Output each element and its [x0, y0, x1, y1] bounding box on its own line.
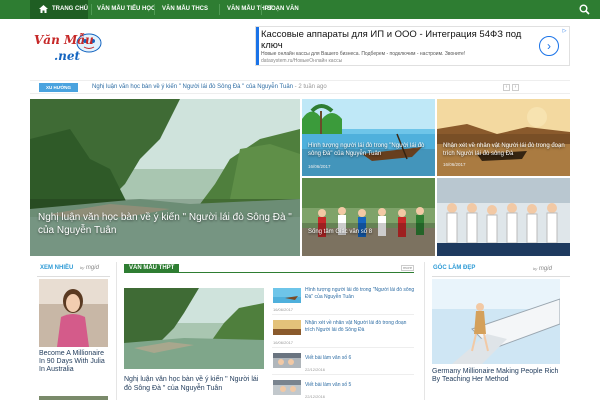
ad-title[interactable]: Кассовые аппараты для ИП и ООО - Интегра… [261, 29, 531, 51]
left-promo-title[interactable]: Become A Millionaire In 90 Days With Jul… [39, 350, 109, 374]
list-item-3-title[interactable]: Viết bài làm văn số 6 [305, 355, 415, 362]
left-promo-image[interactable] [39, 279, 108, 347]
mgid-brand-left: mgid [85, 265, 99, 271]
list-thumb-2[interactable] [273, 320, 301, 335]
nav-item-home[interactable]: Trang chủ [30, 0, 88, 19]
ad-description: Новые онлайн кассы для Вашего бизнеса. П… [261, 51, 466, 57]
ad-url: datasystem.ru/НовыеОнлайн кассы [261, 58, 343, 64]
logo-text-top: Văn Mẫu [34, 32, 94, 47]
mgid-brand-right: mgid [538, 266, 552, 272]
list-item-3-date: 22/12/2016 [305, 367, 326, 372]
hero-tile-2-title[interactable]: Nhận xét về nhân vật Người lái đò trong … [443, 142, 568, 158]
hero-main-title[interactable]: Nghị luận văn học bàn về ý kiến " Người … [38, 211, 293, 237]
logo-text-bottom: .net [54, 49, 81, 63]
hero-tile-3-title[interactable]: Sống tâm Giác văn số 8 [308, 228, 428, 236]
list-thumb-4[interactable] [273, 380, 301, 395]
ticker-next-button[interactable]: › [512, 84, 519, 91]
ticker-prev-button[interactable]: ‹ [503, 84, 510, 91]
right-promo-image[interactable] [432, 279, 560, 364]
mgid-by-right: by [533, 266, 538, 271]
hero-main-article[interactable]: Nghị luận văn học bàn về ý kiến " Người … [30, 99, 300, 256]
list-item-2-date: 16/06/2017 [273, 340, 294, 345]
center-feature-title[interactable]: Nghị luận văn học bàn về ý kiến " Người … [124, 375, 264, 393]
list-item-1-date: 16/06/2017 [273, 307, 294, 312]
hero-tile-4-image [437, 178, 570, 256]
search-icon[interactable] [579, 4, 590, 15]
nav-item-soan-van[interactable]: Soạn văn [267, 0, 299, 19]
hero-tile-1-date: 16/06/2017 [308, 164, 331, 169]
nav-item-thcs[interactable]: Văn mẫu THCS [162, 0, 208, 19]
ticker-headline[interactable]: Nghị luận văn học bàn về ý kiến " Người … [92, 84, 293, 90]
home-icon [39, 5, 48, 13]
trending-ticker: Xu hướng Nghị luận văn học bàn về ý kiến… [30, 80, 570, 94]
list-item-2-title[interactable]: Nhận xét về nhân vật Người lái đò trong … [305, 320, 415, 333]
site-logo[interactable]: Văn Mẫu .net [32, 30, 104, 64]
right-promo-title[interactable]: Germany Millionaire Making People Rich B… [432, 368, 567, 384]
chevron-right-icon[interactable]: › [539, 36, 559, 56]
section-xem-nhieu-heading: Xem nhiều [40, 265, 74, 271]
ad-banner[interactable]: Кассовые аппараты для ИП и ООО - Интегра… [255, 26, 570, 66]
ticker-headline-link[interactable]: Nghị luận văn học bàn về ý kiến " Người … [92, 83, 327, 92]
list-item-1-title[interactable]: Hình tượng người lái đò trong "Người lái… [305, 287, 415, 300]
top-navigation: Trang chủ Văn mẫu tiểu học Văn mẫu THCS … [0, 0, 600, 19]
nav-item-home-label: Trang chủ [52, 6, 88, 12]
section-van-mau-thpt-label: Văn mẫu THPT [129, 265, 175, 271]
mgid-by-left: by [80, 265, 85, 270]
mgid-logo-left[interactable]: by mgid [80, 265, 99, 271]
adchoices-icon[interactable]: ▷ [561, 28, 568, 35]
section-goc-lam-dep-heading: Góc làm đẹp [433, 265, 476, 271]
hero-tile-3-image [302, 178, 435, 256]
nav-item-thpt[interactable]: Văn mẫu THPT [227, 0, 272, 19]
section-more-button[interactable]: more [401, 265, 414, 271]
list-thumb-1[interactable] [273, 288, 301, 303]
list-item-4-date: 22/12/2016 [305, 394, 326, 399]
nav-item-tieu-hoc[interactable]: Văn mẫu tiểu học [97, 0, 155, 19]
ticker-time: - 2 tuần ago [294, 84, 327, 90]
hero-tile-1-title[interactable]: Hình tượng người lái đò trong "Người lái… [308, 142, 428, 158]
list-thumb-3[interactable] [273, 353, 301, 368]
hero-tile-2-date: 16/06/2017 [443, 162, 466, 167]
hero-tile-2[interactable]: Nhận xét về nhân vật Người lái đò trong … [437, 99, 570, 176]
hero-tile-4[interactable] [437, 178, 570, 256]
mgid-logo-right[interactable]: by mgid [533, 266, 552, 272]
left-promo-image-2[interactable] [39, 396, 108, 400]
center-feature-image[interactable] [124, 288, 264, 369]
hero-tile-1[interactable]: Hình tượng người lái đò trong "Người lái… [302, 99, 435, 176]
ticker-label: Xu hướng [39, 83, 78, 92]
hero-tile-3[interactable]: Sống tâm Giác văn số 8 [302, 178, 435, 256]
list-item-4-title[interactable]: Viết bài làm văn số 5 [305, 382, 415, 389]
